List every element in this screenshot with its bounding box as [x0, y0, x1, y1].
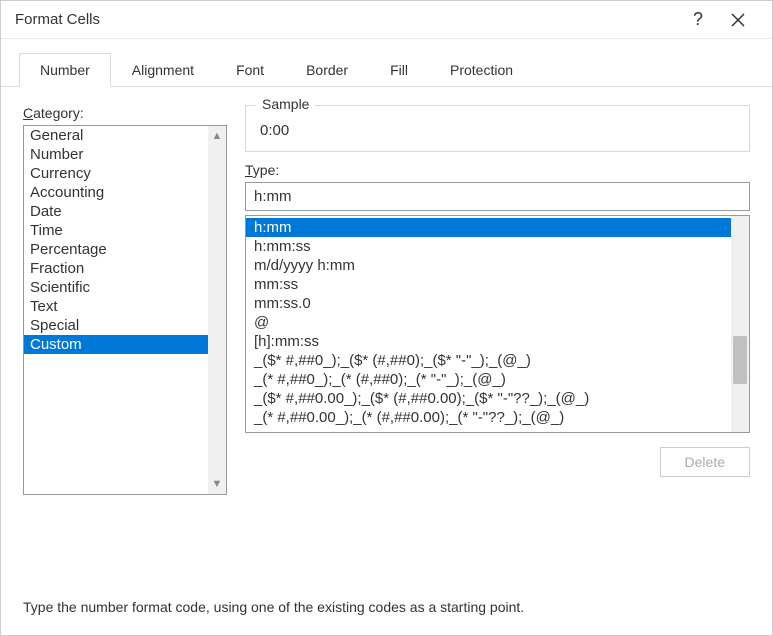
- type-item[interactable]: mm:ss.0: [246, 294, 731, 313]
- category-item[interactable]: Number: [24, 145, 208, 164]
- type-item[interactable]: [h]:mm:ss: [246, 332, 731, 351]
- scrollbar-thumb[interactable]: [733, 336, 747, 384]
- category-scrollbar[interactable]: ▲ ▼: [208, 126, 226, 494]
- dialog-title: Format Cells: [15, 11, 678, 28]
- type-item[interactable]: _($* #,##0_);_($* (#,##0);_($* "-"_);_(@…: [246, 351, 731, 370]
- type-item[interactable]: mm:ss: [246, 275, 731, 294]
- type-item[interactable]: _(* #,##0_);_(* (#,##0);_(* "-"_);_(@_): [246, 370, 731, 389]
- delete-button: Delete: [660, 447, 750, 477]
- type-item[interactable]: m/d/yyyy h:mm: [246, 256, 731, 275]
- content-area: Category: GeneralNumberCurrencyAccountin…: [1, 87, 772, 599]
- close-icon: [731, 13, 745, 27]
- category-item[interactable]: Percentage: [24, 240, 208, 259]
- category-column: Category: GeneralNumberCurrencyAccountin…: [23, 105, 227, 589]
- category-item[interactable]: Currency: [24, 164, 208, 183]
- sample-value: 0:00: [260, 116, 735, 139]
- type-label: Type:: [245, 162, 750, 178]
- category-item[interactable]: Special: [24, 316, 208, 335]
- type-item[interactable]: h:mm: [246, 218, 731, 237]
- sample-group: Sample 0:00: [245, 105, 750, 152]
- category-listbox[interactable]: GeneralNumberCurrencyAccountingDateTimeP…: [23, 125, 227, 495]
- details-column: Sample 0:00 Type: h:mmh:mm:ssm/d/yyyy h:…: [245, 105, 750, 589]
- sample-label: Sample: [256, 96, 315, 112]
- tab-border[interactable]: Border: [285, 53, 369, 86]
- category-item[interactable]: Text: [24, 297, 208, 316]
- scroll-down-icon[interactable]: ▼: [212, 478, 223, 490]
- category-item[interactable]: General: [24, 126, 208, 145]
- tab-protection[interactable]: Protection: [429, 53, 534, 86]
- category-item[interactable]: Scientific: [24, 278, 208, 297]
- help-button[interactable]: ?: [678, 9, 718, 30]
- type-listbox[interactable]: h:mmh:mm:ssm/d/yyyy h:mmmm:ssmm:ss.0@[h]…: [245, 215, 750, 433]
- category-item[interactable]: Custom: [24, 335, 208, 354]
- format-cells-dialog: Format Cells ? NumberAlignmentFontBorder…: [0, 0, 773, 636]
- type-item[interactable]: h:mm:ss: [246, 237, 731, 256]
- tab-strip: NumberAlignmentFontBorderFillProtection: [1, 39, 772, 87]
- hint-text: Type the number format code, using one o…: [1, 599, 772, 635]
- type-scrollbar[interactable]: [731, 216, 749, 432]
- category-item[interactable]: Fraction: [24, 259, 208, 278]
- tab-fill[interactable]: Fill: [369, 53, 429, 86]
- tab-alignment[interactable]: Alignment: [111, 53, 215, 86]
- category-item[interactable]: Time: [24, 221, 208, 240]
- category-item[interactable]: Date: [24, 202, 208, 221]
- type-item[interactable]: _(* #,##0.00_);_(* (#,##0.00);_(* "-"??_…: [246, 408, 731, 427]
- tab-font[interactable]: Font: [215, 53, 285, 86]
- category-item[interactable]: Accounting: [24, 183, 208, 202]
- type-item[interactable]: @: [246, 313, 731, 332]
- titlebar: Format Cells ?: [1, 1, 772, 39]
- type-input[interactable]: [245, 182, 750, 211]
- button-row: Delete: [245, 447, 750, 477]
- close-button[interactable]: [718, 13, 758, 27]
- tab-number[interactable]: Number: [19, 53, 111, 87]
- category-label: Category:: [23, 105, 227, 121]
- scroll-up-icon[interactable]: ▲: [212, 130, 223, 142]
- type-item[interactable]: _($* #,##0.00_);_($* (#,##0.00);_($* "-"…: [246, 389, 731, 408]
